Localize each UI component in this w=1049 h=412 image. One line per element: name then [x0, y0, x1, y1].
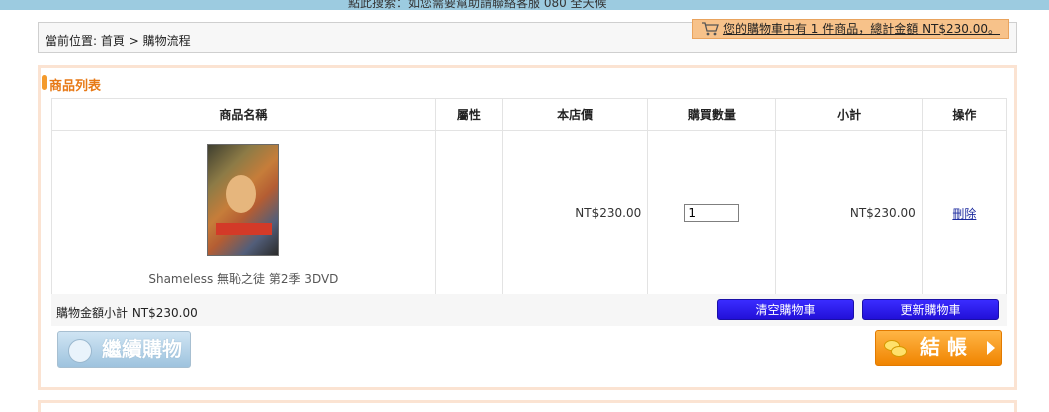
header-price: 本店價	[501, 98, 649, 131]
cell-quantity	[647, 130, 777, 296]
next-panel	[38, 400, 1017, 412]
continue-shopping-button[interactable]: 繼續購物	[57, 331, 191, 368]
product-name-link[interactable]: Shameless 無恥之徒 第2季 3DVD	[53, 270, 434, 287]
panel-title: 商品列表	[42, 75, 102, 94]
breadcrumb-separator: >	[128, 34, 139, 48]
quantity-input[interactable]	[684, 204, 740, 222]
breadcrumb-current: 購物流程	[142, 34, 191, 48]
continue-shopping-label: 繼續購物	[102, 337, 182, 361]
cell-action: 刪除	[921, 130, 1008, 296]
top-banner-text: 點此搜索：如您需要幫助請聯絡客服 080 全天候	[348, 0, 607, 10]
panel-title-text: 商品列表	[49, 79, 102, 94]
table-row: Shameless 無恥之徒 第2季 3DVD NT$230.00 NT$230…	[51, 130, 1008, 296]
cart-summary-text: 您的購物車中有 1 件商品，總計金額 NT$230.00。	[722, 22, 1000, 36]
cell-product: Shameless 無恥之徒 第2季 3DVD	[51, 130, 436, 296]
cart-circle-icon	[68, 339, 92, 363]
coins-icon	[884, 340, 907, 357]
checkout-label: 結 帳	[920, 335, 967, 359]
cell-price: NT$230.00	[501, 130, 649, 296]
product-thumbnail[interactable]	[207, 144, 280, 256]
cell-attribute	[434, 130, 503, 296]
header-product-name: 商品名稱	[51, 98, 436, 131]
cart-footer: 購物金額小計 NT$230.00 清空購物車 更新購物車	[51, 294, 1007, 326]
breadcrumb-label: 當前位置:	[45, 34, 98, 48]
cell-subtotal: NT$230.00	[775, 130, 923, 296]
header-quantity: 購買數量	[647, 98, 777, 131]
cart-subtotal: 購物金額小計 NT$230.00	[56, 306, 198, 320]
header-attribute: 屬性	[434, 98, 503, 131]
table-header-row: 商品名稱 屬性 本店價 購買數量 小計 操作	[51, 98, 1008, 131]
product-list-panel: 商品列表 商品名稱 屬性 本店價 購買數量 小計 操作 Shameless 無恥…	[38, 65, 1017, 390]
update-cart-button[interactable]: 更新購物車	[862, 299, 999, 320]
header-subtotal: 小計	[775, 98, 923, 131]
header-action: 操作	[921, 98, 1008, 131]
delete-link[interactable]: 刪除	[952, 207, 976, 221]
title-marker-icon	[42, 75, 47, 90]
cart-table: 商品名稱 屬性 本店價 購買數量 小計 操作 Shameless 無恥之徒 第2…	[51, 98, 1008, 296]
breadcrumb-path: 當前位置: 首頁 > 購物流程	[45, 32, 191, 49]
cart-summary-link[interactable]: 您的購物車中有 1 件商品，總計金額 NT$230.00。	[691, 19, 1009, 39]
breadcrumb: 當前位置: 首頁 > 購物流程 您的購物車中有 1 件商品，總計金額 NT$23…	[38, 19, 1017, 53]
arrow-right-icon	[987, 341, 995, 355]
checkout-button[interactable]: 結 帳	[875, 330, 1002, 366]
breadcrumb-home-link[interactable]: 首頁	[101, 34, 125, 48]
clear-cart-button[interactable]: 清空購物車	[717, 299, 854, 320]
cart-icon	[701, 22, 719, 36]
top-banner: 點此搜索：如您需要幫助請聯絡客服 080 全天候	[0, 0, 1049, 10]
